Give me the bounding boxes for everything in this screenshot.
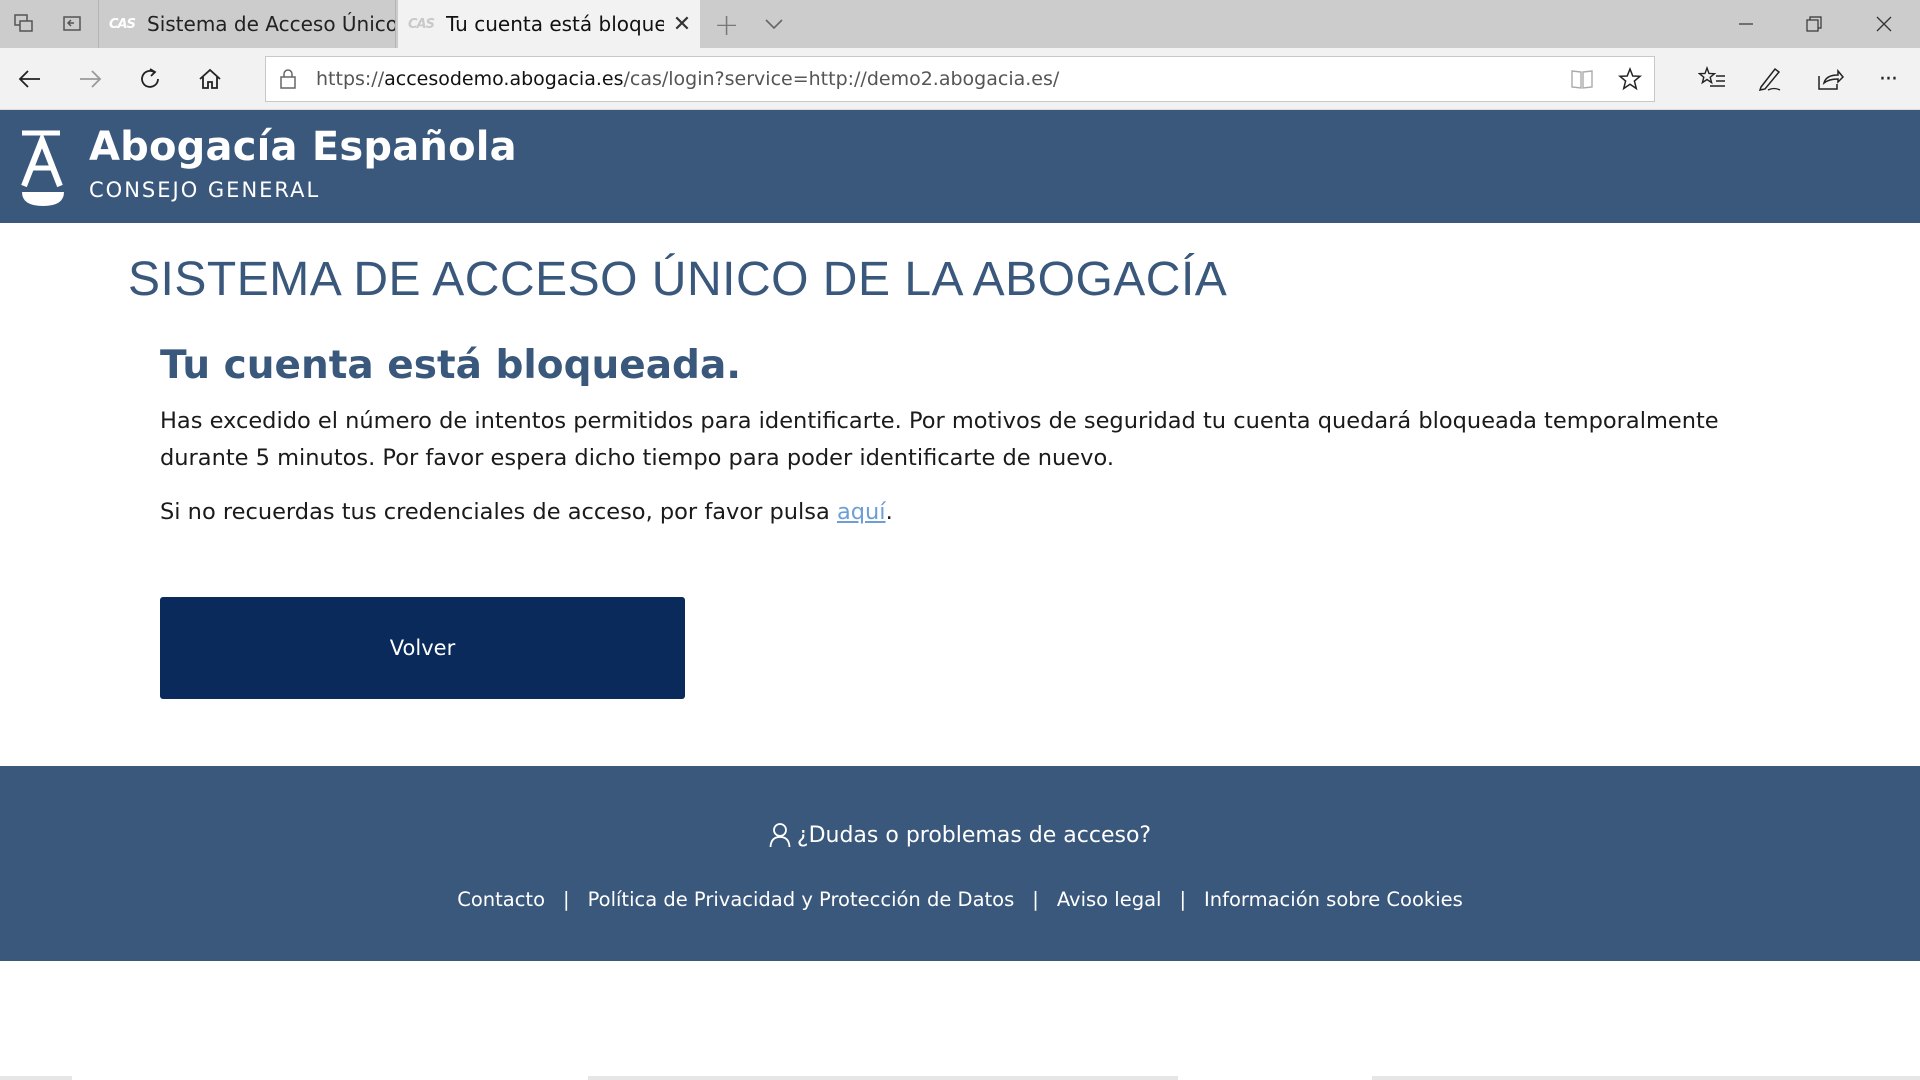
forward-arrow-icon[interactable] (74, 63, 106, 95)
footer-link-cookies[interactable]: Información sobre Cookies (1204, 888, 1463, 911)
back-arrow-icon[interactable] (14, 63, 46, 95)
footer-separator: | (563, 888, 570, 911)
footer-separator: | (1032, 888, 1039, 911)
footer-link-privacidad[interactable]: Política de Privacidad y Protección de D… (588, 888, 1015, 911)
cas-favicon-icon: CAS (408, 16, 435, 32)
favorite-star-icon[interactable] (1606, 67, 1654, 91)
refresh-icon[interactable] (134, 63, 166, 95)
access-help-link[interactable]: ¿Dudas o problemas de acceso? (0, 822, 1920, 848)
bottom-divider (588, 1076, 1178, 1080)
close-window-icon[interactable] (1850, 0, 1918, 48)
cas-favicon-icon: CAS (109, 16, 136, 32)
brand-subtitle: CONSEJO GENERAL (89, 178, 321, 202)
user-icon (769, 822, 791, 848)
lock-icon (266, 68, 310, 90)
footer-separator: | (1179, 888, 1187, 911)
new-tab-plus-icon[interactable]: + (714, 8, 739, 43)
footer-link-contacto[interactable]: Contacto (457, 888, 545, 911)
browser-address-bar: https://accesodemo.abogacia.es/cas/login… (0, 48, 1920, 110)
footer-links: Contacto | Política de Privacidad y Prot… (0, 888, 1920, 911)
home-icon[interactable] (194, 63, 226, 95)
tab-cuenta-bloqueada[interactable]: CAS Tu cuenta está bloquea ✕ (398, 0, 700, 48)
tab-preview-icon[interactable] (12, 12, 36, 36)
locked-account-message: Has excedido el número de intentos permi… (160, 408, 1719, 471)
site-header: Abogacía Española CONSEJO GENERAL (0, 110, 1920, 223)
favorites-list-icon[interactable] (1696, 63, 1728, 95)
abogacia-logo-icon[interactable] (20, 128, 66, 208)
share-icon[interactable] (1814, 63, 1846, 95)
back-button[interactable]: Volver (160, 597, 685, 699)
url-text: https://accesodemo.abogacia.es/cas/login… (316, 68, 1060, 90)
close-tab-icon[interactable]: ✕ (664, 12, 700, 37)
recover-credentials-link[interactable]: aquí (837, 499, 886, 525)
page-title: SISTEMA DE ACCESO ÚNICO DE LA ABOGACÍA (128, 253, 1228, 306)
access-help-text: ¿Dudas o problemas de acceso? (796, 822, 1152, 848)
footer-link-aviso-legal[interactable]: Aviso legal (1057, 888, 1162, 911)
browser-tab-bar: CAS Sistema de Acceso Único de CAS Tu cu… (0, 0, 1920, 48)
chevron-down-icon[interactable] (762, 12, 786, 40)
pen-notes-icon[interactable] (1754, 63, 1786, 95)
minimize-icon[interactable] (1712, 0, 1780, 48)
tabs-aside-icon[interactable] (60, 12, 84, 36)
credentials-help-text: Si no recuerdas tus credenciales de acce… (160, 499, 893, 525)
brand-name: Abogacía Española (89, 124, 517, 170)
more-options-icon[interactable]: ··· (1872, 63, 1904, 95)
tab-title: Tu cuenta está bloquea (446, 12, 664, 36)
locked-account-title: Tu cuenta está bloqueada. (160, 343, 742, 388)
reading-view-icon[interactable] (1558, 68, 1606, 90)
tab-title: Sistema de Acceso Único de (147, 12, 395, 36)
site-footer: ¿Dudas o problemas de acceso? Contacto |… (0, 766, 1920, 961)
message-card: Tu cuenta está bloqueada. Has excedido e… (130, 335, 1795, 740)
url-field[interactable]: https://accesodemo.abogacia.es/cas/login… (265, 56, 1655, 102)
bottom-divider (1372, 1076, 1920, 1080)
tab-sistema-acceso[interactable]: CAS Sistema de Acceso Único de (98, 0, 396, 48)
bottom-divider (0, 1076, 72, 1080)
restore-icon[interactable] (1780, 0, 1848, 48)
